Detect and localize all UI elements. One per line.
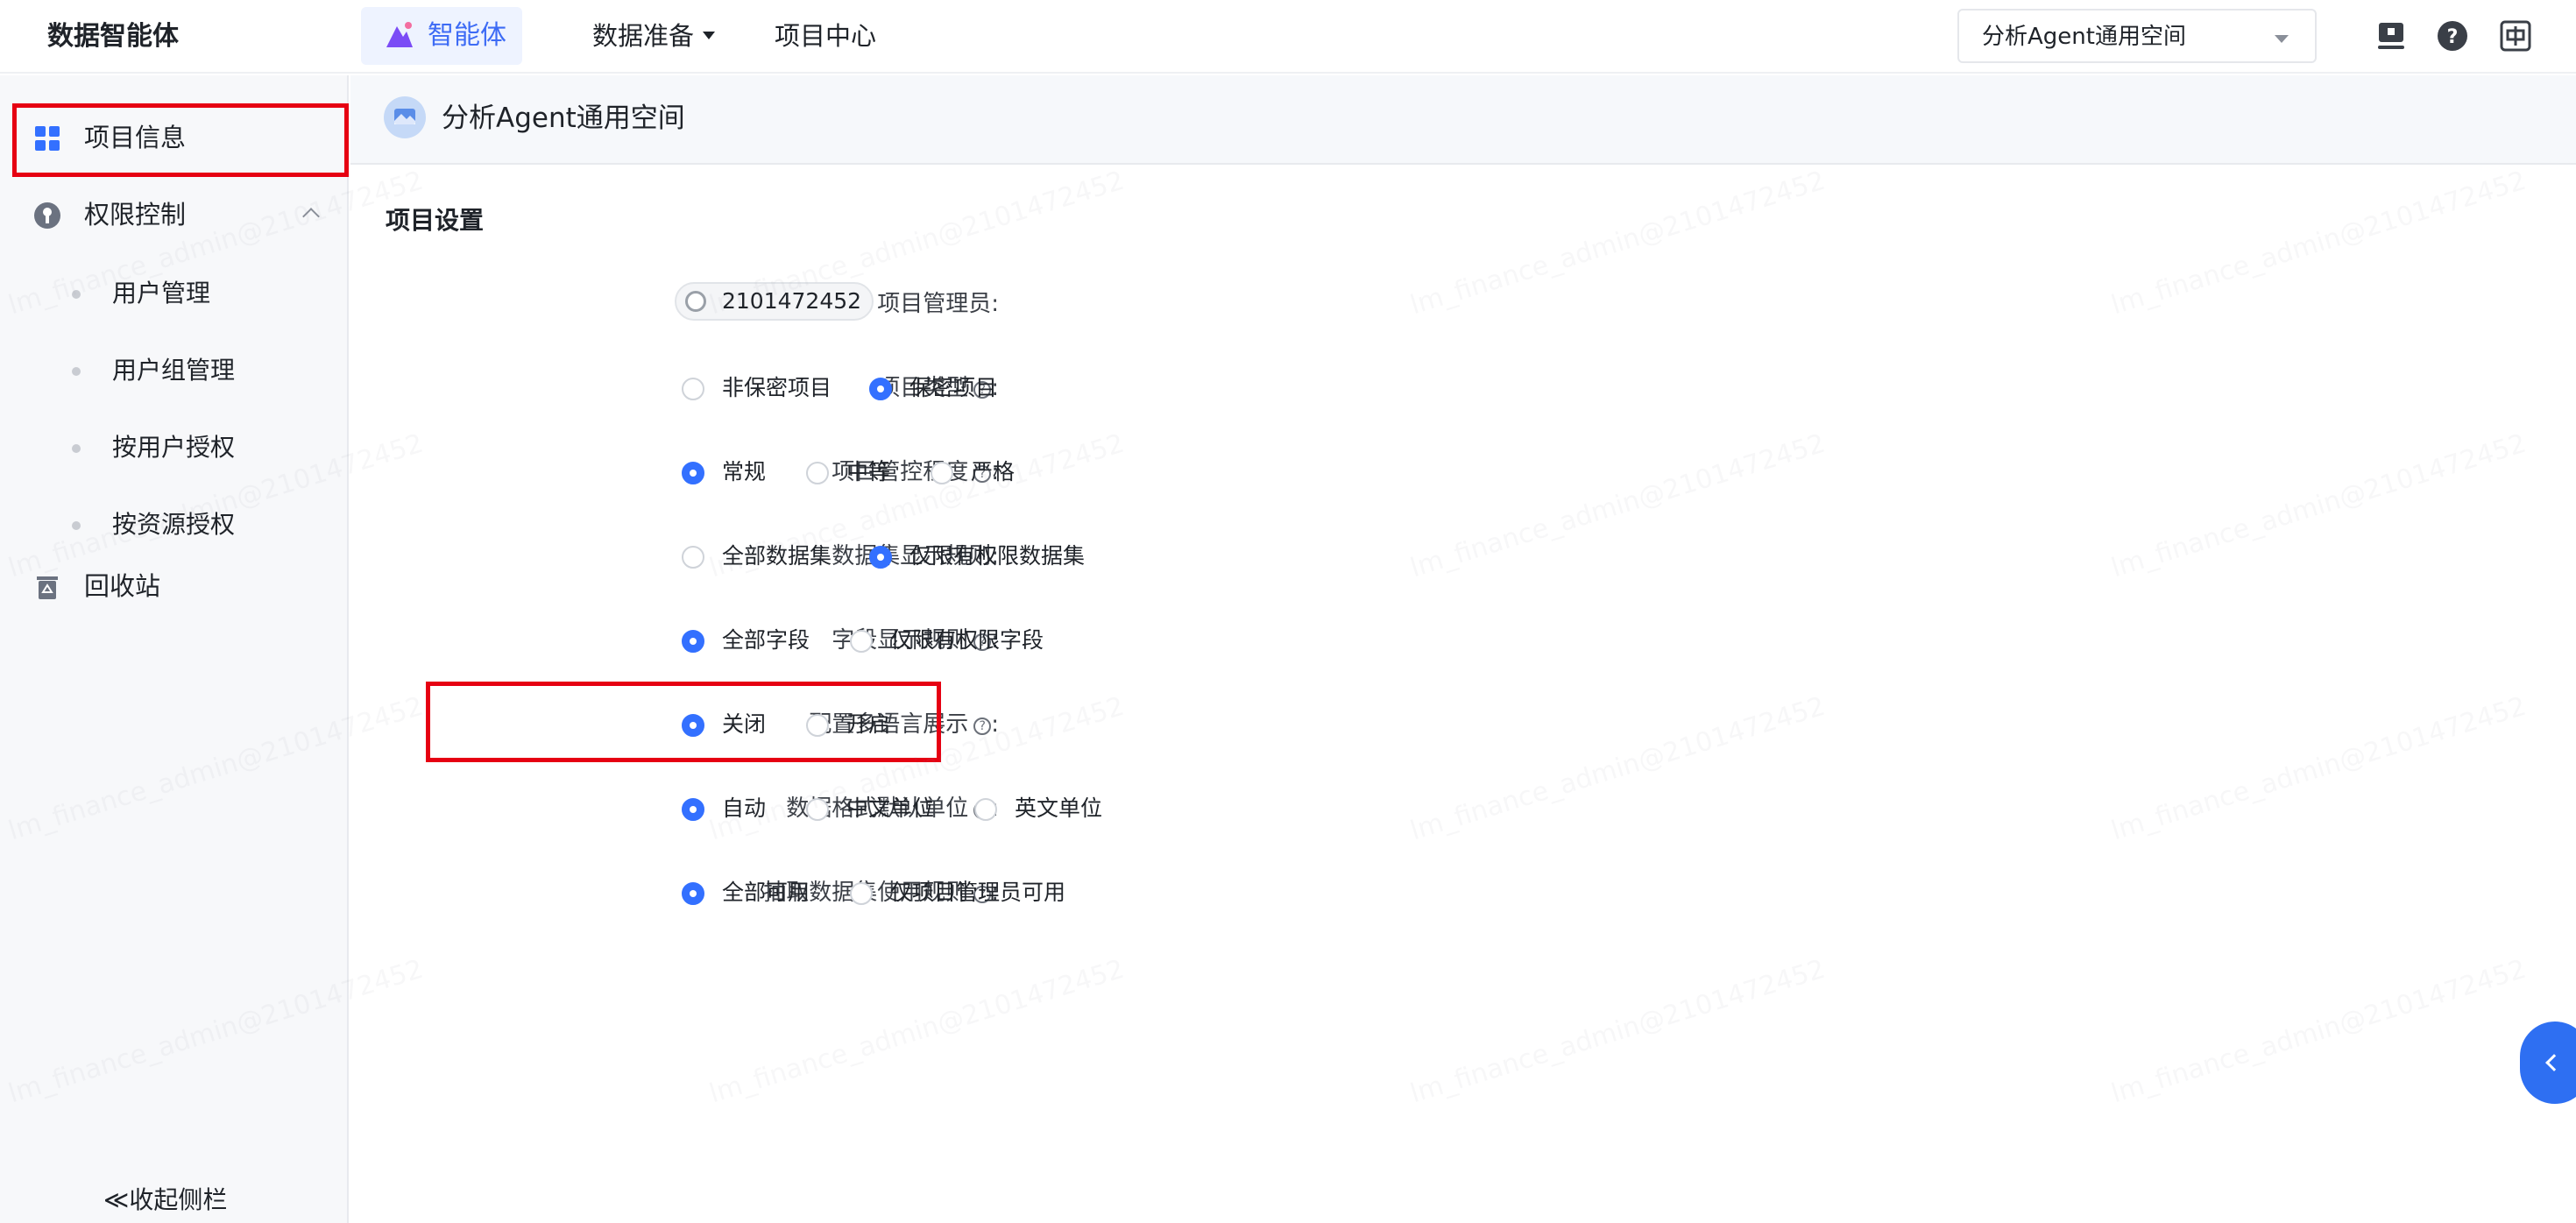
radio-strict[interactable] — [931, 462, 953, 484]
radio-label: 非保密项目 — [722, 375, 832, 400]
sidebar-subitem-authorize-by-resource[interactable]: 按资源授权 — [0, 498, 349, 550]
highlight-box-project-info — [12, 103, 349, 177]
sidebar-subitem-label: 按用户授权 — [112, 433, 236, 462]
chevron-down-icon — [2275, 35, 2289, 43]
radio-label: 严格 — [971, 459, 1016, 484]
workspace-logo — [384, 96, 426, 138]
nav-tab-project-center[interactable]: 项目中心 — [775, 18, 876, 54]
recycle-bin-icon — [37, 576, 58, 599]
sidebar: 项目信息 权限控制 用户管理 用户组管理 按用户授权 按资源授权 回收站 ≪收起… — [0, 75, 349, 1223]
form-row-dataset-display: 数据集显示规则: 全部数据集 仅限有权限数据集 — [350, 534, 1402, 578]
bullet-dot — [72, 521, 81, 530]
radio-non-confidential[interactable] — [682, 378, 704, 400]
radio-normal[interactable] — [682, 462, 704, 484]
watermark: lm_finance_admin@2101472452 — [2107, 165, 2530, 322]
watermark: lm_finance_admin@2101472452 — [705, 953, 1129, 1110]
chevron-left-icon — [2545, 1054, 2563, 1071]
radio-auto[interactable] — [682, 798, 704, 821]
admin-user-id: 2101472452 — [722, 288, 862, 314]
admin-user-chip[interactable]: 2101472452 — [675, 282, 874, 321]
radio-all-fields[interactable] — [682, 630, 704, 653]
nav-tab-data-prep[interactable]: 数据准备 — [592, 18, 694, 54]
radio-admin-only[interactable] — [850, 882, 873, 905]
radio-label: 常规 — [722, 459, 767, 484]
help-icon[interactable]: ? — [2436, 19, 2469, 53]
language-icon[interactable] — [2499, 19, 2532, 53]
monitor-icon[interactable] — [2374, 19, 2408, 53]
sidebar-subitem-label: 用户管理 — [112, 279, 211, 308]
radio-label: 中等 — [846, 459, 891, 484]
sidebar-item-permission-control[interactable]: 权限控制 — [0, 184, 349, 245]
sidebar-subitem-group-management[interactable]: 用户组管理 — [0, 343, 349, 396]
expand-panel-button[interactable] — [2520, 1022, 2576, 1104]
form-row-project-type: 项目类型?: 非保密项目 保密项目 — [350, 366, 1402, 410]
help-icon[interactable]: ? — [973, 718, 992, 735]
brand-title: 数据智能体 — [47, 21, 179, 52]
radio-label: 保密项目 — [909, 375, 998, 400]
space-selector[interactable]: 分析Agent通用空间 — [1957, 9, 2317, 63]
watermark: lm_finance_admin@2101472452 — [2107, 953, 2530, 1110]
radio-all-datasets[interactable] — [682, 546, 704, 569]
form-row-control-level: 项目管控程度?: 常规 中等 严格 — [350, 450, 1402, 494]
highlight-box-multilingual — [426, 682, 941, 762]
svg-text:?: ? — [2447, 26, 2459, 48]
form-row-admin: 项目管理员: 2101472452 — [350, 282, 1402, 326]
form-row-default-unit: 数据格式默认单位?: 自动 中文单位 英文单位 — [350, 787, 1402, 831]
watermark: lm_finance_admin@2101472452 — [1406, 428, 1829, 584]
watermark: lm_finance_admin@2101472452 — [2107, 690, 2530, 847]
radio-label: 仅限有权限数据集 — [909, 543, 1086, 569]
watermark: lm_finance_admin@2101472452 — [1406, 953, 1829, 1110]
radio-label: 自动 — [722, 795, 767, 821]
workspace-header: 分析Agent通用空间 — [350, 75, 2576, 165]
watermark: lm_finance_admin@2101472452 — [2107, 428, 2530, 584]
bullet-dot — [72, 290, 81, 299]
radio-permitted-datasets[interactable] — [869, 546, 892, 569]
collapse-sidebar-button[interactable]: ≪收起侧栏 — [103, 1183, 227, 1218]
sidebar-subitem-authorize-by-user[interactable]: 按用户授权 — [0, 421, 349, 473]
bullet-dot — [72, 444, 81, 453]
radio-label: 全部字段 — [722, 627, 810, 653]
watermark: lm_finance_admin@2101472452 — [1406, 165, 1829, 322]
sidebar-item-recycle-bin[interactable]: 回收站 — [0, 555, 349, 617]
watermark: lm_finance_admin@2101472452 — [1406, 690, 1829, 847]
radio-all-available[interactable] — [682, 882, 704, 905]
radio-label: 全部数据集 — [722, 543, 832, 569]
sidebar-item-label: 回收站 — [84, 571, 161, 601]
radio-label: 全部可用 — [722, 880, 810, 905]
chevron-up-icon[interactable] — [302, 208, 320, 225]
radio-chinese-unit[interactable] — [806, 798, 829, 821]
space-selector-value: 分析Agent通用空间 — [1982, 24, 2186, 50]
nav-tab-agent-label: 智能体 — [428, 20, 506, 51]
radio-label: 仅项目管理员可用 — [890, 880, 1066, 905]
top-navigation-bar: 数据智能体 智能体 数据准备 项目中心 分析Agent通用空间 ? — [0, 0, 2576, 74]
radio-permitted-fields[interactable] — [850, 630, 873, 653]
workspace-icon — [394, 109, 415, 124]
chevron-down-icon[interactable] — [703, 32, 715, 39]
nav-tab-agent[interactable]: 智能体 — [361, 7, 522, 65]
sidebar-subitem-user-management[interactable]: 用户管理 — [0, 266, 349, 319]
radio-label: 中文单位 — [846, 795, 935, 821]
sidebar-subitem-label: 用户组管理 — [112, 356, 236, 385]
bullet-dot — [72, 367, 81, 376]
sidebar-item-label: 权限控制 — [84, 200, 187, 230]
avatar — [685, 291, 706, 312]
sidebar-subitem-label: 按资源授权 — [112, 510, 236, 539]
key-icon — [34, 202, 60, 229]
form-row-extract-dataset: 抽取数据集使用规则?: 全部可用 仅项目管理员可用 — [350, 871, 1402, 915]
workspace-title: 分析Agent通用空间 — [442, 103, 685, 134]
radio-english-unit[interactable] — [974, 798, 997, 821]
radio-label: 英文单位 — [1015, 795, 1103, 821]
form-row-field-display: 字段显示规则?: 全部字段 仅限有权限字段 — [350, 619, 1402, 662]
radio-confidential[interactable] — [869, 378, 892, 400]
radio-label: 仅限有权限字段 — [890, 627, 1044, 653]
agent-icon — [386, 22, 413, 47]
section-title: 项目设置 — [386, 206, 485, 235]
radio-medium[interactable] — [806, 462, 829, 484]
